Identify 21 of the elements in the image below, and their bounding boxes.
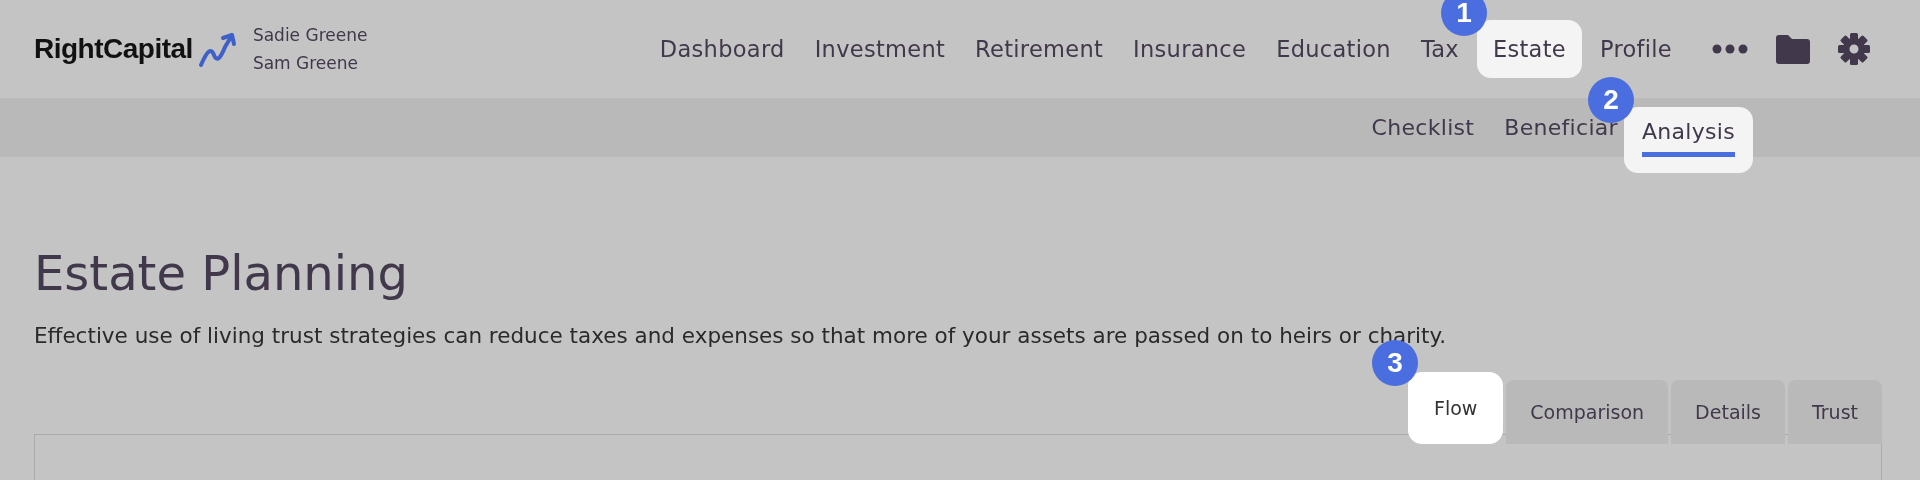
nav-tab[interactable]: Dashboard <box>647 22 797 76</box>
view-tab[interactable]: Comparison <box>1506 380 1669 444</box>
more-icon[interactable] <box>1712 44 1748 54</box>
nav-tab[interactable]: Estate <box>1476 20 1582 78</box>
tour-step-tooltip: 1 <box>1440 0 1487 36</box>
page-title: Estate Planning <box>34 245 409 301</box>
brand-logo-text: RightCapital <box>34 33 193 65</box>
client-name: Sam Greene <box>252 53 359 73</box>
subnav-tab[interactable]: Checklist <box>1361 107 1485 148</box>
nav-tab[interactable]: Investment <box>802 22 958 76</box>
client-name: Sadie Greene <box>252 25 368 45</box>
view-tab[interactable]: Flow <box>1407 372 1504 444</box>
nav-tab[interactable]: Insurance <box>1121 22 1259 76</box>
subnav-tab[interactable]: Analysis <box>1623 106 1753 173</box>
nav-tab[interactable]: Education <box>1264 22 1403 76</box>
settings-icon[interactable] <box>1838 33 1870 65</box>
nav-tab[interactable]: Profile <box>1587 22 1684 76</box>
nav-tab[interactable]: Retirement <box>963 22 1116 76</box>
view-tab[interactable]: Details <box>1671 380 1785 444</box>
view-tab[interactable]: Trust <box>1788 380 1882 444</box>
folder-icon[interactable] <box>1776 34 1810 64</box>
